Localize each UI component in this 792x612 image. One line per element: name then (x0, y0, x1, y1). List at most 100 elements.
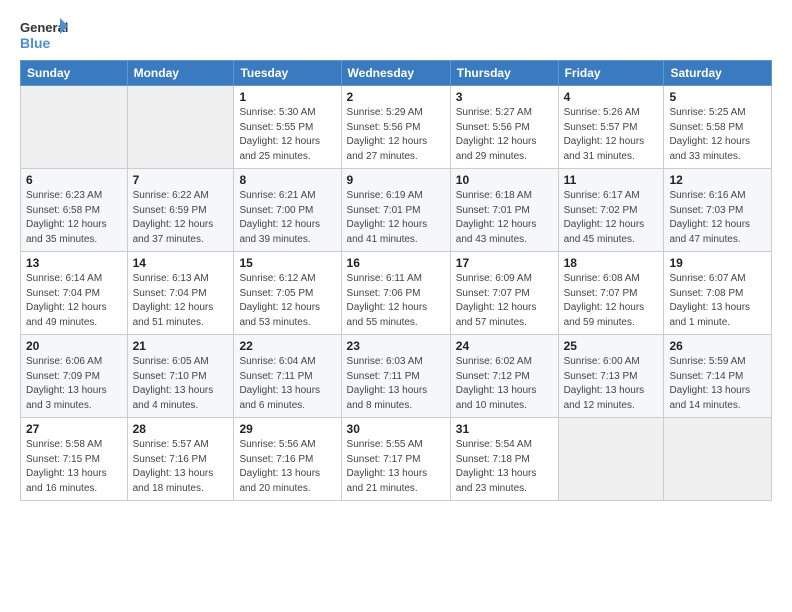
day-detail: Sunrise: 6:00 AM Sunset: 7:13 PM Dayligh… (564, 355, 659, 413)
day-number: 9 (347, 173, 445, 187)
day-header-thursday: Thursday (450, 61, 558, 86)
day-detail: Sunrise: 6:08 AM Sunset: 7:07 PM Dayligh… (564, 272, 659, 330)
day-header-saturday: Saturday (664, 61, 772, 86)
calendar-cell: 9 Sunrise: 6:19 AM Sunset: 7:01 PM Daylig… (341, 169, 450, 252)
day-detail: Sunrise: 5:58 AM Sunset: 7:15 PM Dayligh… (26, 438, 122, 496)
calendar-cell: 17 Sunrise: 6:09 AM Sunset: 7:07 PM Dayli… (450, 252, 558, 335)
calendar-cell: 13 Sunrise: 6:14 AM Sunset: 7:04 PM Dayli… (21, 252, 128, 335)
day-detail: Sunrise: 6:23 AM Sunset: 6:58 PM Dayligh… (26, 189, 122, 247)
day-number: 18 (564, 256, 659, 270)
calendar-cell: 24 Sunrise: 6:02 AM Sunset: 7:12 PM Dayli… (450, 335, 558, 418)
day-number: 17 (456, 256, 553, 270)
calendar-cell: 2 Sunrise: 5:29 AM Sunset: 5:56 PM Daylig… (341, 86, 450, 169)
svg-text:Blue: Blue (20, 35, 51, 51)
calendar-cell: 11Sunrise: 6:17 AM Sunset: 7:02 PM Dayli… (558, 169, 664, 252)
day-number: 2 (347, 90, 445, 104)
day-detail: Sunrise: 6:12 AM Sunset: 7:05 PM Dayligh… (239, 272, 335, 330)
calendar-cell: 16 Sunrise: 6:11 AM Sunset: 7:06 PM Dayli… (341, 252, 450, 335)
day-number: 26 (669, 339, 766, 353)
day-number: 23 (347, 339, 445, 353)
week-row-4: 20 Sunrise: 6:06 AM Sunset: 7:09 PM Dayli… (21, 335, 772, 418)
day-detail: Sunrise: 6:05 AM Sunset: 7:10 PM Dayligh… (133, 355, 229, 413)
calendar-cell (664, 418, 772, 501)
calendar-cell: 26 Sunrise: 5:59 AM Sunset: 7:14 PM Dayli… (664, 335, 772, 418)
week-row-3: 13 Sunrise: 6:14 AM Sunset: 7:04 PM Dayli… (21, 252, 772, 335)
day-detail: Sunrise: 6:06 AM Sunset: 7:09 PM Dayligh… (26, 355, 122, 413)
day-number: 1 (239, 90, 335, 104)
day-number: 19 (669, 256, 766, 270)
calendar-table: SundayMondayTuesdayWednesdayThursdayFrid… (20, 60, 772, 501)
calendar-cell (127, 86, 234, 169)
calendar-cell: 5 Sunrise: 5:25 AM Sunset: 5:58 PM Daylig… (664, 86, 772, 169)
calendar-cell (21, 86, 128, 169)
day-number: 10 (456, 173, 553, 187)
day-number: 24 (456, 339, 553, 353)
day-detail: Sunrise: 6:07 AM Sunset: 7:08 PM Dayligh… (669, 272, 766, 330)
calendar-cell: 1 Sunrise: 5:30 AM Sunset: 5:55 PM Daylig… (234, 86, 341, 169)
day-header-sunday: Sunday (21, 61, 128, 86)
day-number: 29 (239, 422, 335, 436)
calendar-cell: 25 Sunrise: 6:00 AM Sunset: 7:13 PM Dayli… (558, 335, 664, 418)
calendar-cell: 28Sunrise: 5:57 AM Sunset: 7:16 PM Dayli… (127, 418, 234, 501)
day-detail: Sunrise: 6:03 AM Sunset: 7:11 PM Dayligh… (347, 355, 445, 413)
day-detail: Sunrise: 6:04 AM Sunset: 7:11 PM Dayligh… (239, 355, 335, 413)
header-row: SundayMondayTuesdayWednesdayThursdayFrid… (21, 61, 772, 86)
day-detail: Sunrise: 5:30 AM Sunset: 5:55 PM Dayligh… (239, 106, 335, 164)
day-detail: Sunrise: 6:22 AM Sunset: 6:59 PM Dayligh… (133, 189, 229, 247)
day-detail: Sunrise: 5:29 AM Sunset: 5:56 PM Dayligh… (347, 106, 445, 164)
day-number: 3 (456, 90, 553, 104)
day-number: 25 (564, 339, 659, 353)
day-detail: Sunrise: 6:18 AM Sunset: 7:01 PM Dayligh… (456, 189, 553, 247)
day-detail: Sunrise: 5:26 AM Sunset: 5:57 PM Dayligh… (564, 106, 659, 164)
day-detail: Sunrise: 6:17 AM Sunset: 7:02 PM Dayligh… (564, 189, 659, 247)
day-number: 20 (26, 339, 122, 353)
day-number: 13 (26, 256, 122, 270)
day-number: 7 (133, 173, 229, 187)
calendar-cell: 19 Sunrise: 6:07 AM Sunset: 7:08 PM Dayli… (664, 252, 772, 335)
day-number: 8 (239, 173, 335, 187)
calendar-cell: 4 Sunrise: 5:26 AM Sunset: 5:57 PM Daylig… (558, 86, 664, 169)
header: General Blue (20, 16, 772, 54)
calendar-cell: 18 Sunrise: 6:08 AM Sunset: 7:07 PM Dayli… (558, 252, 664, 335)
calendar-cell: 23 Sunrise: 6:03 AM Sunset: 7:11 PM Dayli… (341, 335, 450, 418)
calendar-cell: 31Sunrise: 5:54 AM Sunset: 7:18 PM Dayli… (450, 418, 558, 501)
day-detail: Sunrise: 6:11 AM Sunset: 7:06 PM Dayligh… (347, 272, 445, 330)
day-detail: Sunrise: 6:02 AM Sunset: 7:12 PM Dayligh… (456, 355, 553, 413)
week-row-2: 6 Sunrise: 6:23 AM Sunset: 6:58 PM Daylig… (21, 169, 772, 252)
day-number: 15 (239, 256, 335, 270)
day-detail: Sunrise: 5:54 AM Sunset: 7:18 PM Dayligh… (456, 438, 553, 496)
logo: General Blue (20, 16, 68, 54)
day-number: 22 (239, 339, 335, 353)
calendar-cell: 12Sunrise: 6:16 AM Sunset: 7:03 PM Dayli… (664, 169, 772, 252)
day-detail: Sunrise: 6:19 AM Sunset: 7:01 PM Dayligh… (347, 189, 445, 247)
logo-svg: General Blue (20, 16, 68, 54)
calendar-cell: 30Sunrise: 5:55 AM Sunset: 7:17 PM Dayli… (341, 418, 450, 501)
day-detail: Sunrise: 5:57 AM Sunset: 7:16 PM Dayligh… (133, 438, 229, 496)
calendar-cell: 29 Sunrise: 5:56 AM Sunset: 7:16 PM Dayli… (234, 418, 341, 501)
calendar-cell: 7 Sunrise: 6:22 AM Sunset: 6:59 PM Daylig… (127, 169, 234, 252)
page: General Blue SundayMondayTuesdayWednesda… (0, 0, 792, 612)
day-detail: Sunrise: 5:59 AM Sunset: 7:14 PM Dayligh… (669, 355, 766, 413)
day-detail: Sunrise: 6:14 AM Sunset: 7:04 PM Dayligh… (26, 272, 122, 330)
calendar-cell: 10 Sunrise: 6:18 AM Sunset: 7:01 PM Dayli… (450, 169, 558, 252)
day-detail: Sunrise: 5:27 AM Sunset: 5:56 PM Dayligh… (456, 106, 553, 164)
calendar-cell: 6 Sunrise: 6:23 AM Sunset: 6:58 PM Daylig… (21, 169, 128, 252)
calendar-cell: 20 Sunrise: 6:06 AM Sunset: 7:09 PM Dayli… (21, 335, 128, 418)
day-detail: Sunrise: 6:09 AM Sunset: 7:07 PM Dayligh… (456, 272, 553, 330)
day-number: 5 (669, 90, 766, 104)
calendar-cell: 21Sunrise: 6:05 AM Sunset: 7:10 PM Dayli… (127, 335, 234, 418)
day-number: 6 (26, 173, 122, 187)
day-number: 27 (26, 422, 122, 436)
day-header-tuesday: Tuesday (234, 61, 341, 86)
week-row-5: 27 Sunrise: 5:58 AM Sunset: 7:15 PM Dayli… (21, 418, 772, 501)
day-detail: Sunrise: 5:56 AM Sunset: 7:16 PM Dayligh… (239, 438, 335, 496)
day-detail: Sunrise: 5:55 AM Sunset: 7:17 PM Dayligh… (347, 438, 445, 496)
week-row-1: 1 Sunrise: 5:30 AM Sunset: 5:55 PM Daylig… (21, 86, 772, 169)
calendar-cell: 3 Sunrise: 5:27 AM Sunset: 5:56 PM Daylig… (450, 86, 558, 169)
day-detail: Sunrise: 5:25 AM Sunset: 5:58 PM Dayligh… (669, 106, 766, 164)
day-number: 16 (347, 256, 445, 270)
day-header-monday: Monday (127, 61, 234, 86)
day-number: 4 (564, 90, 659, 104)
day-header-wednesday: Wednesday (341, 61, 450, 86)
day-number: 14 (133, 256, 229, 270)
